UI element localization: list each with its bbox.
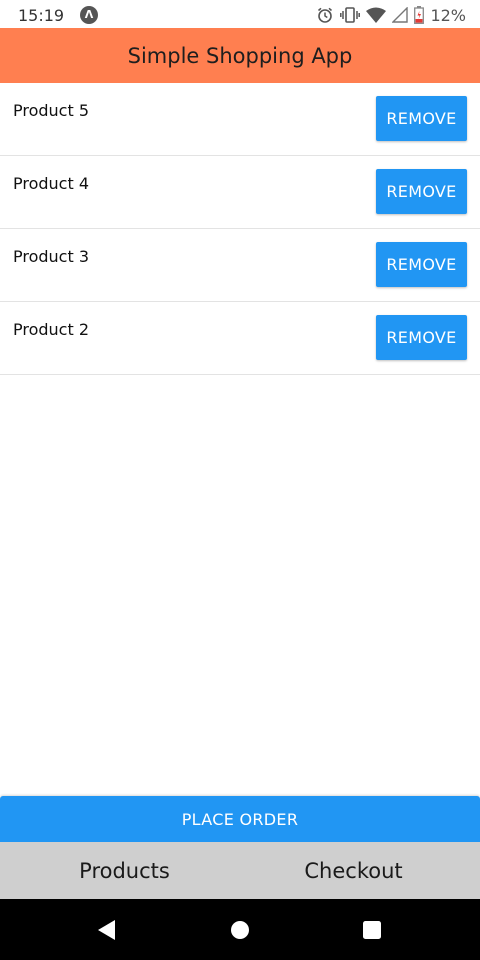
product-name: Product 3 — [13, 247, 90, 266]
tab-products-label: Products — [79, 858, 170, 883]
cart-item: Product 3 REMOVE — [0, 229, 480, 302]
status-time: 15:19 — [18, 6, 65, 25]
remove-button[interactable]: REMOVE — [376, 169, 467, 214]
bottom-tab-bar: Products Checkout — [0, 842, 480, 899]
app-title: Simple Shopping App — [127, 43, 353, 68]
app-notification-icon: Λ — [80, 6, 98, 24]
remove-button[interactable]: REMOVE — [376, 242, 467, 287]
signal-icon — [392, 7, 409, 23]
app-bar: Simple Shopping App — [0, 28, 480, 83]
vibrate-icon — [340, 6, 361, 24]
battery-percent: 12% — [430, 5, 466, 25]
tab-checkout[interactable]: Checkout — [239, 842, 480, 899]
system-nav-bar — [0, 899, 480, 960]
battery-icon — [414, 6, 425, 24]
tab-products[interactable]: Products — [0, 842, 239, 899]
cart-item: Product 5 REMOVE — [0, 83, 480, 156]
alarm-icon — [316, 6, 334, 24]
cart-list: Product 5 REMOVE Product 4 REMOVE Produc… — [0, 83, 480, 375]
home-icon[interactable] — [228, 918, 252, 942]
recents-icon[interactable] — [360, 918, 384, 942]
status-icons: 12% — [316, 5, 466, 25]
wifi-icon — [366, 7, 387, 23]
place-order-button[interactable]: PLACE ORDER — [0, 796, 480, 842]
back-icon[interactable] — [95, 918, 119, 942]
product-name: Product 5 — [13, 101, 90, 120]
app-screen: 15:19 Λ 12% Simple Shopping App Product … — [0, 0, 480, 960]
remove-button[interactable]: REMOVE — [376, 315, 467, 360]
tab-checkout-label: Checkout — [304, 858, 403, 883]
product-name: Product 4 — [13, 174, 90, 193]
status-bar: 15:19 Λ 12% — [0, 0, 480, 28]
cart-item: Product 2 REMOVE — [0, 302, 480, 375]
product-name: Product 2 — [13, 320, 90, 339]
remove-button[interactable]: REMOVE — [376, 96, 467, 141]
cart-item: Product 4 REMOVE — [0, 156, 480, 229]
